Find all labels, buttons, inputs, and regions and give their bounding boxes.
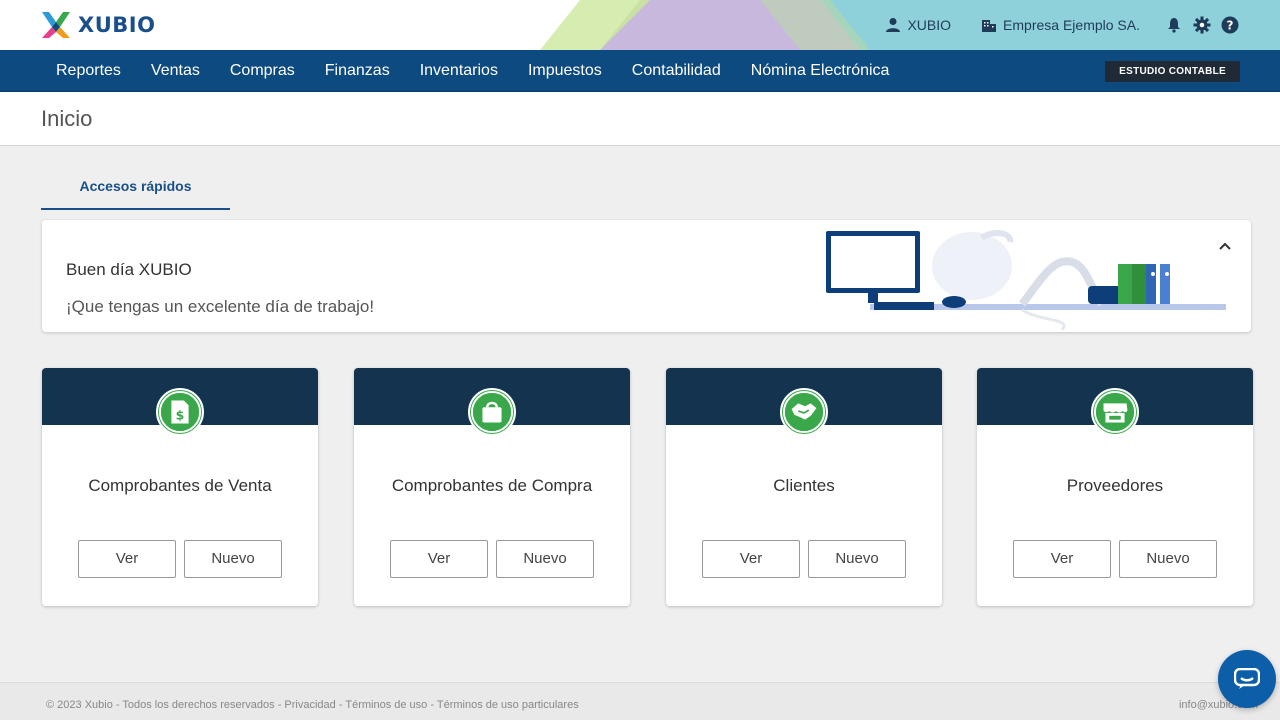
card-title: Proveedores: [1066, 476, 1164, 495]
shopping-bag-icon: [468, 388, 516, 436]
ver-button[interactable]: Ver: [78, 540, 176, 578]
building-icon: [982, 20, 997, 32]
xubio-logo-icon: [42, 12, 70, 38]
page-title: Inicio: [41, 106, 93, 131]
handshake-icon: [780, 388, 828, 436]
nav-items: Reportes Ventas Compras Finanzas Inventa…: [41, 50, 904, 92]
store-icon: [1091, 388, 1139, 436]
chat-button[interactable]: [1218, 650, 1276, 708]
nav-item-reportes[interactable]: Reportes: [41, 50, 136, 92]
card-proveedores: Proveedores Ver Nuevo: [977, 368, 1253, 606]
top-header: XUBIO XUBIO Empresa Ejemplo SA. ?: [0, 0, 1280, 50]
ver-button[interactable]: Ver: [1013, 540, 1111, 578]
help-icon: ?: [1221, 16, 1239, 34]
nav-item-finanzas[interactable]: Finanzas: [310, 50, 405, 92]
greeting-subtitle: ¡Que tengas un excelente día de trabajo!: [66, 297, 375, 316]
bell-icon: [1168, 18, 1180, 33]
nav-item-contabilidad[interactable]: Contabilidad: [617, 50, 736, 92]
company-name: Empresa Ejemplo SA.: [1003, 17, 1140, 33]
gear-icon: [1193, 16, 1211, 34]
card-comprobantes-venta: $ Comprobantes de Venta Ver Nuevo: [42, 368, 318, 606]
nav-item-inventarios[interactable]: Inventarios: [405, 50, 513, 92]
estudio-contable-button[interactable]: ESTUDIO CONTABLE: [1105, 61, 1240, 82]
xubio-logo[interactable]: XUBIO: [40, 10, 155, 40]
nav-item-impuestos[interactable]: Impuestos: [513, 50, 617, 92]
nav-item-compras[interactable]: Compras: [215, 50, 310, 92]
card-comprobantes-compra: Comprobantes de Compra Ver Nuevo: [354, 368, 630, 606]
svg-text:?: ?: [1227, 19, 1234, 33]
card-title: Clientes: [773, 476, 835, 495]
card-clientes: Clientes Ver Nuevo: [666, 368, 942, 606]
header-actions: XUBIO Empresa Ejemplo SA. ?: [885, 0, 1240, 50]
nuevo-button[interactable]: Nuevo: [808, 540, 906, 578]
svg-text:$: $: [176, 408, 185, 423]
user-menu[interactable]: XUBIO: [885, 17, 951, 33]
nav-item-ventas[interactable]: Ventas: [136, 50, 215, 92]
ver-button[interactable]: Ver: [390, 540, 488, 578]
help-button[interactable]: ?: [1220, 15, 1240, 35]
greeting-card: Buen día XUBIO ¡Que tengas un excelente …: [42, 220, 1251, 332]
company-menu[interactable]: Empresa Ejemplo SA.: [981, 17, 1140, 33]
tab-accesos-rapidos[interactable]: Accesos rápidos: [41, 166, 230, 210]
page-header: Inicio: [0, 92, 1280, 146]
main-nav: Reportes Ventas Compras Finanzas Inventa…: [0, 50, 1280, 92]
greeting-title: Buen día XUBIO: [66, 260, 192, 279]
card-title: Comprobantes de Compra: [391, 476, 593, 495]
nuevo-button[interactable]: Nuevo: [1119, 540, 1217, 578]
user-name: XUBIO: [907, 17, 952, 33]
ver-button[interactable]: Ver: [702, 540, 800, 578]
brand-name: XUBIO: [78, 13, 156, 37]
invoice-icon: $: [156, 388, 204, 436]
footer-legal-text: © 2023 Xubio - Todos los derechos reserv…: [46, 699, 579, 711]
nuevo-button[interactable]: Nuevo: [184, 540, 282, 578]
workspace-illustration: [826, 230, 1226, 330]
chat-icon: [1234, 668, 1260, 689]
footer: © 2023 Xubio - Todos los derechos reserv…: [0, 682, 1280, 720]
collapse-chevron-up-icon[interactable]: [1217, 238, 1233, 254]
notifications-button[interactable]: [1164, 15, 1184, 35]
settings-button[interactable]: [1192, 15, 1212, 35]
nuevo-button[interactable]: Nuevo: [496, 540, 594, 578]
card-title: Comprobantes de Venta: [88, 476, 272, 495]
nav-item-nomina[interactable]: Nómina Electrónica: [736, 50, 905, 92]
user-icon: [886, 18, 901, 32]
